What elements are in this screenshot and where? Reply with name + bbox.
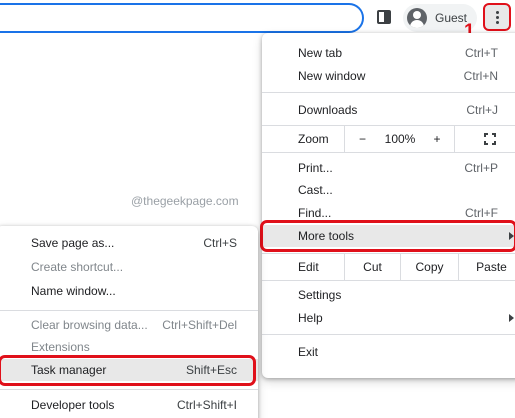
menu-item-label: Settings (298, 288, 342, 302)
submenu-item-shortcut: Ctrl+S (203, 236, 237, 250)
submenu-item-label: Clear browsing data... (31, 318, 148, 332)
kebab-icon (495, 10, 499, 24)
menu-item-shortcut: Ctrl+J (466, 103, 498, 117)
menu-item-shortcut: Ctrl+F (465, 206, 498, 220)
submenu-divider (0, 389, 258, 390)
paste-button[interactable]: Paste (458, 254, 515, 280)
customize-menu-button[interactable] (483, 3, 511, 31)
menu-item-downloads[interactable]: Downloads Ctrl+J (262, 99, 515, 121)
menu-item-label: New tab (298, 46, 343, 60)
edit-label: Edit (298, 260, 319, 274)
submenu-item-label: Developer tools (31, 398, 115, 412)
edit-row: Edit Cut Copy Paste (262, 254, 515, 280)
zoom-in-button[interactable]: + (420, 126, 454, 152)
paste-label: Paste (476, 260, 507, 274)
zoom-value: 100% (384, 132, 416, 146)
menu-item-label: Find... (298, 206, 332, 220)
menu-item-help[interactable]: Help (262, 307, 515, 329)
side-panel-icon[interactable] (377, 10, 391, 24)
submenu-item-developer-tools[interactable]: Developer tools Ctrl+Shift+I (0, 394, 258, 416)
menu-divider (262, 152, 515, 153)
chrome-main-menu: New tab Ctrl+T New window Ctrl+N Downloa… (260, 33, 515, 378)
zoom-plus-icon: + (433, 132, 441, 146)
profile-name: Guest (435, 11, 468, 25)
submenu-item-label: Extensions (31, 340, 90, 354)
menu-item-label: Print... (298, 161, 333, 175)
address-bar[interactable] (0, 3, 364, 33)
task-manager-highlight (0, 355, 256, 386)
menu-item-label: Exit (298, 345, 319, 359)
menu-divider (262, 334, 515, 335)
zoom-out-button[interactable]: − (344, 126, 380, 152)
copy-button[interactable]: Copy (400, 254, 458, 280)
menu-item-print[interactable]: Print... Ctrl+P (262, 157, 515, 179)
zoom-label: Zoom (298, 132, 329, 146)
menu-item-shortcut: Ctrl+N (463, 69, 498, 83)
fullscreen-icon (483, 133, 496, 145)
menu-item-shortcut: Ctrl+T (465, 46, 498, 60)
submenu-item-label: Save page as... (31, 236, 115, 250)
zoom-minus-icon: − (358, 132, 366, 146)
menu-item-new-window[interactable]: New window Ctrl+N (262, 65, 515, 87)
menu-item-label: New window (298, 69, 366, 83)
menu-item-exit[interactable]: Exit (262, 341, 515, 363)
more-tools-submenu: Save page as... Ctrl+S Create shortcut..… (0, 226, 258, 418)
cut-label: Cut (363, 260, 382, 274)
cut-button[interactable]: Cut (344, 254, 400, 280)
avatar-icon (407, 8, 427, 28)
menu-item-label: Cast... (298, 183, 333, 197)
submenu-item-name-window[interactable]: Name window... (0, 280, 258, 302)
submenu-item-label: Name window... (31, 284, 116, 298)
submenu-item-label: Create shortcut... (31, 260, 124, 274)
fullscreen-button[interactable] (454, 126, 515, 152)
menu-item-label: Downloads (298, 103, 358, 117)
submenu-item-save-page[interactable]: Save page as... Ctrl+S (0, 232, 258, 254)
submenu-item-shortcut: Ctrl+Shift+Del (162, 318, 237, 332)
menu-item-label: Help (298, 311, 323, 325)
menu-item-cast[interactable]: Cast... (262, 179, 515, 201)
watermark: @thegeekpage.com (131, 194, 239, 208)
more-tools-highlight (260, 220, 515, 252)
menu-divider (262, 92, 515, 93)
menu-divider (262, 280, 515, 281)
menu-item-new-tab[interactable]: New tab Ctrl+T (262, 42, 515, 64)
submenu-divider (0, 310, 258, 311)
submenu-item-shortcut: Ctrl+Shift+I (176, 398, 237, 412)
submenu-arrow-icon (509, 314, 514, 322)
copy-label: Copy (415, 260, 444, 274)
zoom-row: Zoom − 100% + (262, 126, 515, 152)
submenu-item-create-shortcut[interactable]: Create shortcut... (0, 256, 258, 278)
zoom-level: 100% (380, 126, 420, 152)
submenu-item-clear-browsing-data[interactable]: Clear browsing data... Ctrl+Shift+Del (0, 314, 258, 336)
menu-item-shortcut: Ctrl+P (464, 161, 498, 175)
menu-item-settings[interactable]: Settings (262, 284, 515, 306)
